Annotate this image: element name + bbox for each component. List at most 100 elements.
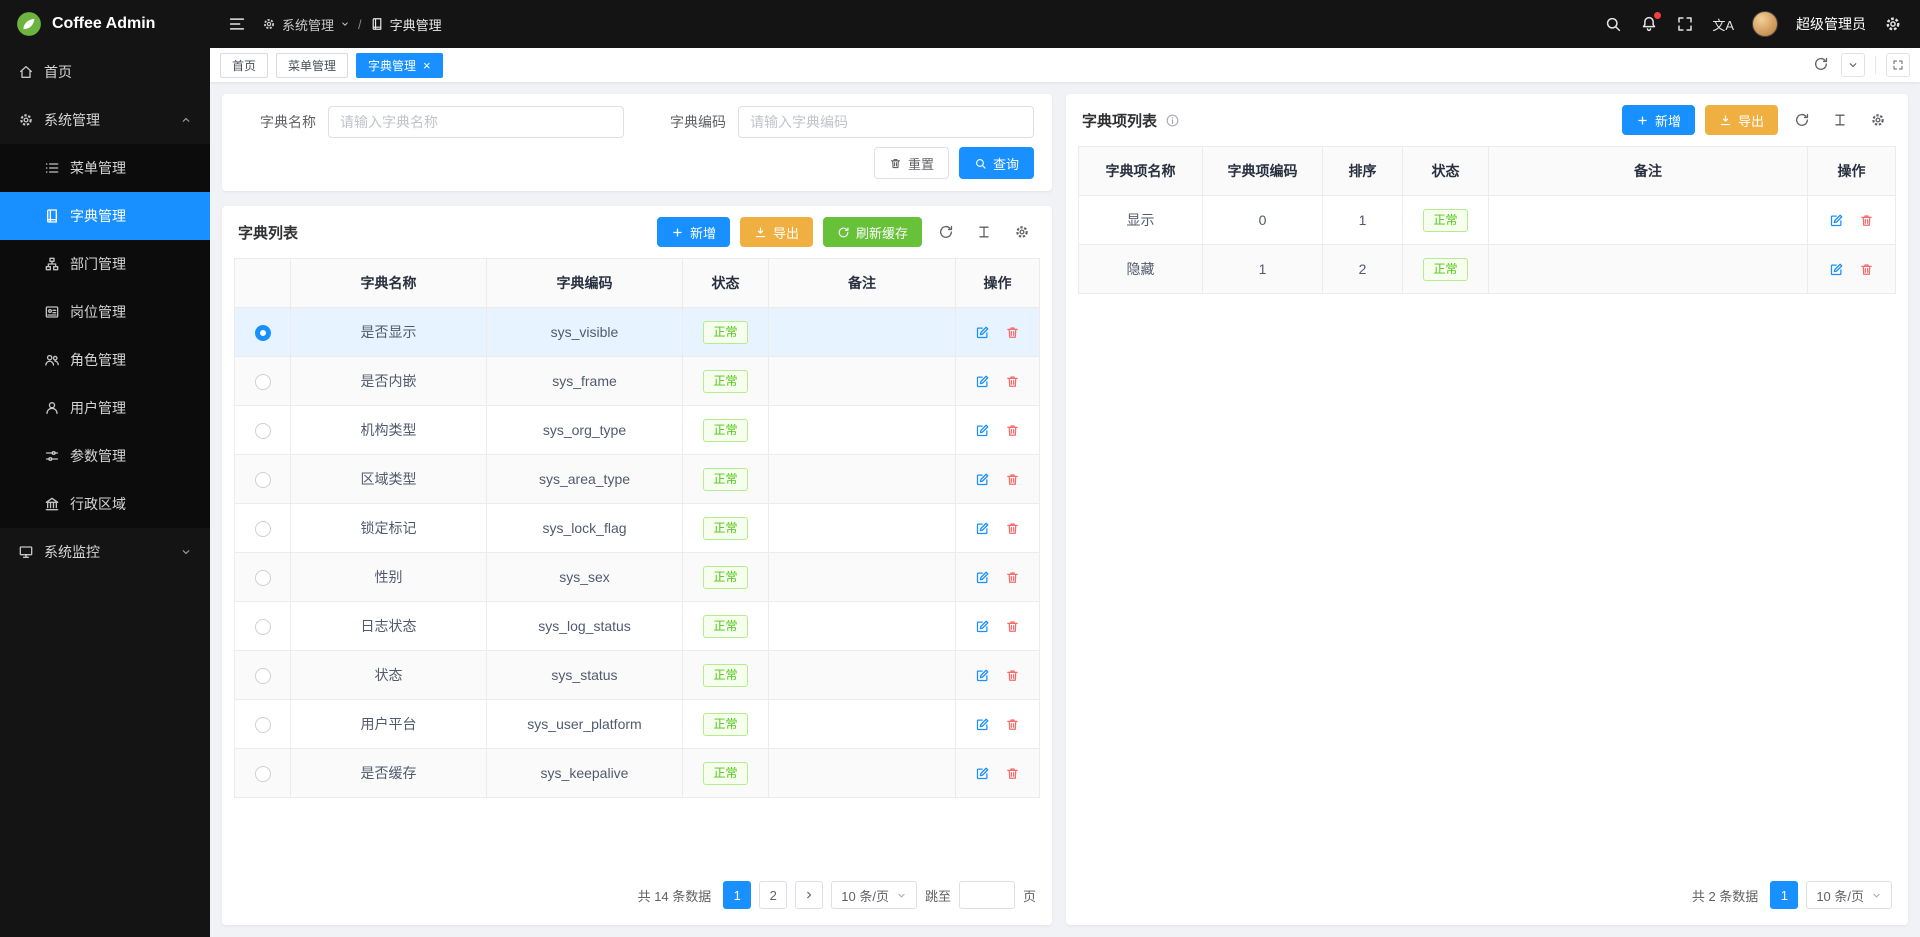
next-page-button[interactable]	[795, 881, 823, 909]
row-radio[interactable]	[255, 521, 271, 537]
edit-icon[interactable]	[1824, 208, 1850, 232]
tab-menu-mgmt[interactable]: 菜单管理	[276, 53, 348, 78]
table-settings-gear-icon[interactable]	[1864, 106, 1892, 134]
delete-icon[interactable]	[999, 565, 1025, 589]
edit-icon[interactable]	[970, 614, 996, 638]
row-radio[interactable]	[255, 766, 271, 782]
export-dict-button[interactable]: 导出	[740, 217, 813, 247]
cell-item-code: 0	[1203, 196, 1323, 245]
fullscreen-icon[interactable]	[1676, 15, 1694, 33]
edit-icon[interactable]	[970, 565, 996, 589]
sidebar-item-monitor[interactable]: 系统监控	[0, 528, 210, 576]
username[interactable]: 超级管理员	[1796, 14, 1866, 34]
tab-options-chevron-icon[interactable]	[1841, 53, 1865, 77]
sidebar-item-user-mgmt[interactable]: 用户管理	[0, 384, 210, 432]
dict-name-input[interactable]	[328, 106, 624, 138]
table-row[interactable]: 性别 sys_sex 正常	[235, 553, 1040, 602]
sidebar-item-dict-mgmt[interactable]: 字典管理	[0, 192, 210, 240]
delete-icon[interactable]	[999, 712, 1025, 736]
app-logo[interactable]: Coffee Admin	[0, 0, 210, 48]
table-row[interactable]: 是否缓存 sys_keepalive 正常	[235, 749, 1040, 798]
reset-button[interactable]: 重置	[874, 147, 949, 179]
delete-icon[interactable]	[999, 516, 1025, 540]
collapse-sidebar-icon[interactable]	[228, 15, 246, 33]
edit-icon[interactable]	[970, 761, 996, 785]
edit-icon[interactable]	[970, 663, 996, 687]
query-button[interactable]: 查询	[959, 147, 1034, 179]
page-button-2[interactable]: 2	[759, 881, 787, 909]
sidebar-item-dept-mgmt[interactable]: 部门管理	[0, 240, 210, 288]
delete-icon[interactable]	[999, 614, 1025, 638]
edit-icon[interactable]	[970, 516, 996, 540]
tab-home[interactable]: 首页	[220, 53, 268, 78]
settings-gear-icon[interactable]	[1884, 15, 1902, 33]
edit-icon[interactable]	[970, 712, 996, 736]
delete-icon[interactable]	[999, 761, 1025, 785]
row-radio[interactable]	[255, 472, 271, 488]
delete-icon[interactable]	[999, 369, 1025, 393]
table-row[interactable]: 用户平台 sys_user_platform 正常	[235, 700, 1040, 749]
page-size-select[interactable]: 10 条/页	[1806, 881, 1892, 909]
add-dict-button[interactable]: 新增	[657, 217, 730, 247]
add-dict-item-button[interactable]: 新增	[1622, 105, 1695, 135]
row-radio[interactable]	[255, 570, 271, 586]
sidebar-item-home[interactable]: 首页	[0, 48, 210, 96]
delete-icon[interactable]	[999, 418, 1025, 442]
row-radio[interactable]	[255, 423, 271, 439]
sidebar-item-post-mgmt[interactable]: 岗位管理	[0, 288, 210, 336]
notification-icon[interactable]	[1640, 15, 1658, 33]
refresh-table-icon[interactable]	[1788, 106, 1816, 134]
delete-icon[interactable]	[999, 467, 1025, 491]
column-settings-icon[interactable]	[970, 218, 998, 246]
jump-page-input[interactable]	[959, 881, 1015, 909]
avatar[interactable]	[1752, 11, 1778, 37]
row-radio[interactable]	[255, 325, 271, 341]
edit-icon[interactable]	[970, 418, 996, 442]
delete-icon[interactable]	[1853, 208, 1879, 232]
export-dict-items-button[interactable]: 导出	[1705, 105, 1778, 135]
edit-icon[interactable]	[970, 320, 996, 344]
info-icon[interactable]	[1165, 113, 1180, 128]
row-radio[interactable]	[255, 374, 271, 390]
sidebar-item-system[interactable]: 系统管理	[0, 96, 210, 144]
maximize-content-icon[interactable]	[1886, 53, 1910, 77]
table-row[interactable]: 日志状态 sys_log_status 正常	[235, 602, 1040, 651]
translate-icon[interactable]: 文A	[1712, 15, 1734, 34]
table-row[interactable]: 锁定标记 sys_lock_flag 正常	[235, 504, 1040, 553]
close-icon[interactable]: ×	[423, 59, 431, 72]
refresh-page-icon[interactable]	[1813, 56, 1831, 74]
table-row[interactable]: 状态 sys_status 正常	[235, 651, 1040, 700]
sidebar-item-param-mgmt[interactable]: 参数管理	[0, 432, 210, 480]
refresh-table-icon[interactable]	[932, 218, 960, 246]
table-row[interactable]: 是否内嵌 sys_frame 正常	[235, 357, 1040, 406]
refresh-cache-button[interactable]: 刷新缓存	[823, 217, 922, 247]
row-radio[interactable]	[255, 619, 271, 635]
table-settings-gear-icon[interactable]	[1008, 218, 1036, 246]
table-row[interactable]: 显示 0 1 正常	[1079, 196, 1896, 245]
sidebar-item-role-mgmt[interactable]: 角色管理	[0, 336, 210, 384]
table-row[interactable]: 是否显示 sys_visible 正常	[235, 308, 1040, 357]
column-settings-icon[interactable]	[1826, 106, 1854, 134]
status-badge: 正常	[703, 419, 747, 442]
edit-icon[interactable]	[970, 369, 996, 393]
row-radio[interactable]	[255, 717, 271, 733]
page-button-1[interactable]: 1	[1770, 881, 1798, 909]
delete-icon[interactable]	[999, 320, 1025, 344]
row-radio[interactable]	[255, 668, 271, 684]
search-icon[interactable]	[1604, 15, 1622, 33]
breadcrumb-dict[interactable]: 字典管理	[370, 15, 442, 34]
delete-icon[interactable]	[999, 663, 1025, 687]
dict-code-input[interactable]	[738, 106, 1034, 138]
sidebar-item-region-mgmt[interactable]: 行政区域	[0, 480, 210, 528]
table-row[interactable]: 隐藏 1 2 正常	[1079, 245, 1896, 294]
edit-icon[interactable]	[970, 467, 996, 491]
delete-icon[interactable]	[1853, 257, 1879, 281]
page-size-select[interactable]: 10 条/页	[831, 881, 917, 909]
tab-dict-mgmt[interactable]: 字典管理 ×	[356, 53, 443, 78]
breadcrumb-system[interactable]: 系统管理	[262, 15, 350, 34]
edit-icon[interactable]	[1824, 257, 1850, 281]
page-button-1[interactable]: 1	[723, 881, 751, 909]
sidebar-item-menu-mgmt[interactable]: 菜单管理	[0, 144, 210, 192]
table-row[interactable]: 机构类型 sys_org_type 正常	[235, 406, 1040, 455]
table-row[interactable]: 区域类型 sys_area_type 正常	[235, 455, 1040, 504]
